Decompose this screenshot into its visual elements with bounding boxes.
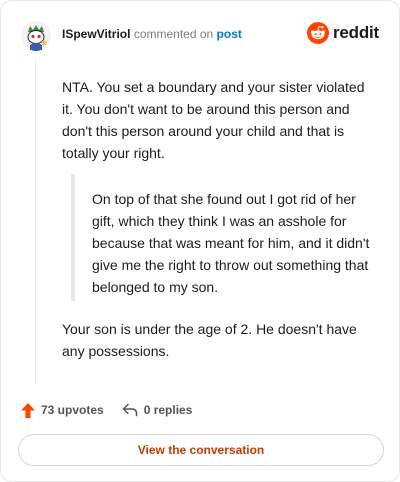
blockquote-text: On top of that she found out I got rid o… [92,191,370,295]
reply-button[interactable]: 0 replies [122,403,193,417]
snoo-avatar-icon [21,21,51,51]
comment-header: ISpewVitriol commented on post [62,26,242,42]
post-link[interactable]: post [217,27,242,41]
comment-actions: 73 upvotes 0 replies [21,400,192,420]
blockquote: On top of that she found out I got rid o… [71,174,375,301]
reddit-logo[interactable]: reddit [306,21,379,45]
upvote-button[interactable]: 73 upvotes [21,402,104,418]
comment-paragraph-2: Your son is under the age of 2. He doesn… [62,321,357,359]
reddit-alien-icon [306,22,329,44]
upvote-arrow-icon [21,402,35,418]
reply-arrow-icon [122,403,137,417]
action-text: commented on [133,27,214,41]
thread-line [35,59,36,384]
comment-embed-card: ISpewVitriol commented on post reddit NT… [0,0,400,482]
view-conversation-button[interactable]: View the conversation [18,434,384,466]
username[interactable]: ISpewVitriol [62,27,130,41]
upvote-count: 73 upvotes [41,403,104,417]
user-avatar[interactable] [21,21,51,51]
reply-count: 0 replies [143,403,193,417]
reddit-wordmark: reddit [332,23,379,42]
comment-paragraph-1: NTA. You set a boundary and your sister … [62,79,365,161]
